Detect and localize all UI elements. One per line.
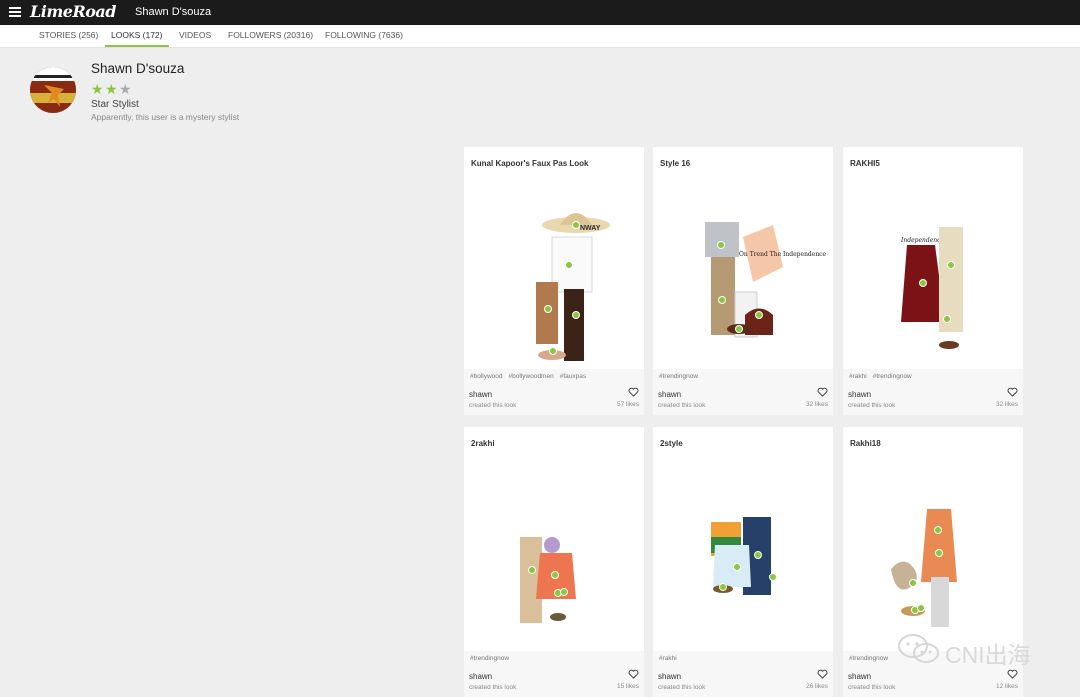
look-title: Style 16 — [660, 159, 691, 168]
look-likes: 57 likes — [616, 401, 639, 408]
tag-link[interactable]: #trendingnow — [659, 373, 698, 380]
tag-link[interactable]: #rakhi — [849, 373, 867, 380]
tab-followers[interactable]: FOLLOWERS (20316) — [228, 25, 313, 45]
stylist-rank: Star Stylist — [91, 99, 139, 110]
look-card[interactable]: Kunal Kapoor's Faux Pas Look NWAY #bolly… — [464, 147, 644, 415]
look-collage-image[interactable]: On Trend The Independence — [653, 177, 833, 367]
hamburger-menu-icon[interactable] — [9, 7, 21, 17]
look-tags: #trendingnow — [849, 655, 894, 662]
avatar[interactable] — [30, 67, 76, 113]
heart-icon[interactable] — [1007, 387, 1018, 397]
look-likes: 26 likes — [805, 683, 828, 690]
look-tags: #trendingnow — [659, 373, 704, 380]
wechat-icon — [898, 634, 939, 663]
look-likes: 12 likes — [995, 683, 1018, 690]
look-banner: NWAY — [580, 225, 601, 232]
tag-link[interactable]: #rakhi — [659, 655, 677, 662]
profile-bio: Apparently, this user is a mystery styli… — [91, 112, 240, 122]
look-author[interactable]: shawn — [658, 390, 681, 399]
star-icon: ★ — [105, 81, 118, 97]
heart-icon[interactable] — [817, 387, 828, 397]
look-footer: #rakhi shawn created this look 26 likes — [653, 651, 833, 697]
look-collage-image[interactable] — [464, 457, 644, 647]
look-created-label: created this look — [658, 402, 706, 409]
look-title: Rakhi18 — [850, 439, 881, 448]
look-author[interactable]: shawn — [469, 390, 492, 399]
look-title: 2rakhi — [471, 439, 495, 448]
look-card[interactable]: RAKHI5 Independence #rakhi #trendingnow s… — [843, 147, 1023, 415]
look-tags: #trendingnow — [470, 655, 515, 662]
heart-icon[interactable] — [628, 387, 639, 397]
look-footer: #trendingnow shawn created this look 32 … — [653, 369, 833, 415]
look-card[interactable]: 2rakhi #trendingnow shawn created this l… — [464, 427, 644, 697]
tab-stories[interactable]: STORIES (256) — [39, 25, 98, 45]
look-footer: #trendingnow shawn created this look 15 … — [464, 651, 644, 697]
look-title: RAKHI5 — [850, 159, 880, 168]
look-created-label: created this look — [469, 402, 517, 409]
tag-link[interactable]: #trendingnow — [470, 655, 509, 662]
tab-looks[interactable]: LOOKS (172) — [105, 25, 169, 47]
heart-icon[interactable] — [817, 669, 828, 679]
heart-icon[interactable] — [628, 669, 639, 679]
watermark-text: CNI出海 — [945, 642, 1031, 668]
look-card[interactable]: Style 16 On Trend The Independence #tren… — [653, 147, 833, 415]
look-collage-image[interactable] — [843, 457, 1023, 647]
limeroad-logo[interactable]: LimeRoad — [30, 2, 116, 21]
tag-link[interactable]: #trendingnow — [849, 655, 888, 662]
heart-icon[interactable] — [1007, 669, 1018, 679]
look-banner: On Trend The Independence — [739, 251, 827, 258]
rating-stars: ★★★ — [91, 81, 133, 98]
look-title: Kunal Kapoor's Faux Pas Look — [471, 159, 589, 168]
tab-following[interactable]: FOLLOWING (7636) — [325, 25, 403, 45]
look-tags: #rakhi #trendingnow — [849, 373, 918, 380]
look-collage-image[interactable]: NWAY — [464, 177, 644, 367]
look-footer: #bollywood #bollywoodmen #fauxpas shawn cr… — [464, 369, 644, 415]
look-title: 2style — [660, 439, 683, 448]
tag-link[interactable]: #fauxpas — [560, 373, 586, 380]
look-created-label: created this look — [469, 684, 517, 691]
tab-videos[interactable]: VIDEOS — [179, 25, 211, 45]
star-icon: ★ — [91, 81, 104, 97]
look-author[interactable]: shawn — [848, 390, 871, 399]
look-author[interactable]: shawn — [848, 672, 871, 681]
tag-link[interactable]: #trendingnow — [873, 373, 912, 380]
look-footer: #rakhi #trendingnow shawn created this lo… — [843, 369, 1023, 415]
look-card[interactable]: 2style #rakhi shawn created this look 26… — [653, 427, 833, 697]
profile-name: Shawn D'souza — [91, 61, 185, 76]
top-bar: LimeRoad Shawn D'souza — [0, 0, 1080, 25]
look-collage-image[interactable]: Independence — [843, 177, 1023, 367]
look-collage-image[interactable] — [653, 457, 833, 647]
look-author[interactable]: shawn — [658, 672, 681, 681]
look-likes: 32 likes — [805, 401, 828, 408]
look-tags: #rakhi — [659, 655, 683, 662]
look-banner: Independence — [900, 237, 944, 244]
star-icon: ★ — [119, 81, 132, 97]
tag-link[interactable]: #bollywood — [470, 373, 503, 380]
tag-link[interactable]: #bollywoodmen — [509, 373, 554, 380]
look-likes: 32 likes — [995, 401, 1018, 408]
look-author[interactable]: shawn — [469, 672, 492, 681]
look-created-label: created this look — [848, 684, 896, 691]
watermark: CNI出海 — [897, 632, 1057, 668]
look-created-label: created this look — [658, 684, 706, 691]
look-tags: #bollywood #bollywoodmen #fauxpas — [470, 373, 592, 380]
look-created-label: created this look — [848, 402, 896, 409]
profile-tabs: STORIES (256) LOOKS (172) VIDEOS FOLLOWE… — [0, 25, 1080, 48]
header-username[interactable]: Shawn D'souza — [135, 6, 211, 18]
look-likes: 15 likes — [616, 683, 639, 690]
